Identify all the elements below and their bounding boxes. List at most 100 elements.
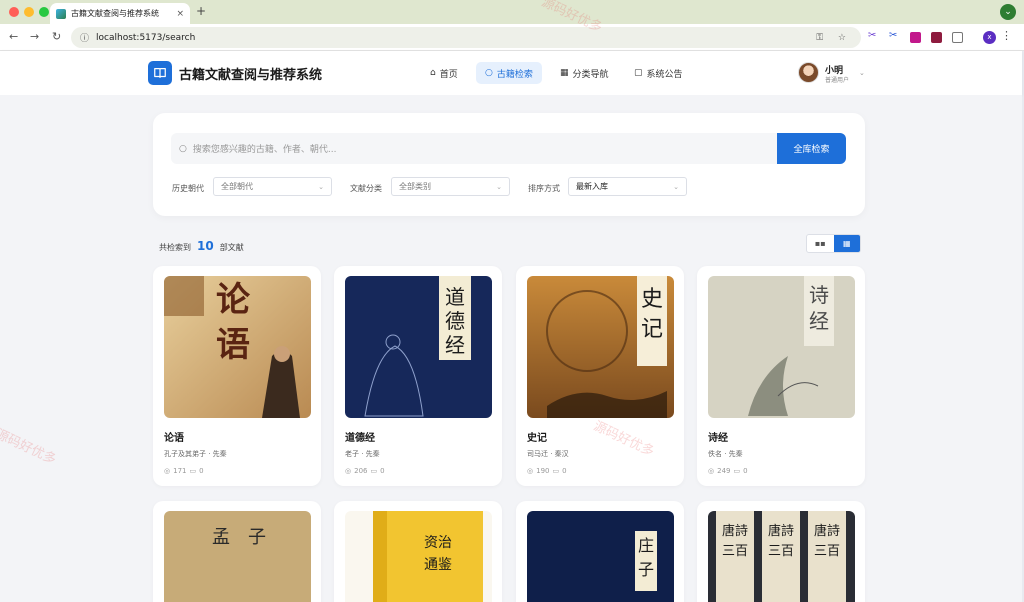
result-prefix: 共检索到 (159, 243, 191, 252)
nav-category[interactable]: ▦ 分类导航 (551, 62, 618, 84)
book-logo-icon[interactable] (148, 61, 172, 85)
nav-home[interactable]: ⌂ 首页 (421, 62, 467, 84)
book-cover-daodejing: 道 德 经 (345, 276, 492, 418)
bookmark-star-icon[interactable]: ⚿ ☆ (816, 33, 852, 43)
view-count: 190 (536, 467, 550, 475)
new-tab-button[interactable]: + (196, 4, 206, 18)
sort-select[interactable]: 最新入库 ⌄ (568, 177, 687, 196)
tab-search-icon[interactable]: ⌄ (1000, 4, 1016, 20)
extension-icon[interactable] (931, 32, 942, 43)
book-card[interactable]: 论 语 论语 孔子及其弟子 · 先秦 ◎ 171 ▭ 0 (153, 266, 321, 486)
puzzle-extension-icon[interactable] (952, 32, 963, 43)
book-title[interactable]: 诗经 (708, 429, 728, 444)
cover-title-text: 孟 (212, 527, 230, 548)
browser-menu-icon[interactable]: ⋮ (1001, 29, 1012, 42)
book-cover-image[interactable]: 唐詩 三百 唐詩 三百 唐詩 三百 (708, 511, 855, 602)
book-cover-shijing: 诗 经 (708, 276, 855, 418)
book-cover-image[interactable]: 诗 经 (708, 276, 855, 418)
close-window-button[interactable] (9, 7, 19, 17)
download-extension-icon[interactable] (910, 32, 921, 43)
book-title[interactable]: 道德经 (345, 429, 375, 444)
cut-extension-icon[interactable]: ✂ (889, 30, 900, 41)
dynasty-select-value: 全部朝代 (221, 182, 253, 191)
book-card[interactable]: 庄 子 (516, 501, 684, 602)
site-info-icon[interactable]: ⓘ (80, 31, 89, 44)
result-summary: 共检索到 10 部文献 (159, 239, 244, 253)
book-meta: 司马迁 · 秦汉 (527, 450, 569, 458)
cover-title-text: 子 (638, 560, 654, 579)
chevron-down-icon[interactable]: ⌄ (859, 69, 865, 77)
book-cover-image[interactable]: 论 语 (164, 276, 311, 418)
book-cover-image[interactable]: 史 记 (527, 276, 674, 418)
nav-search[interactable]: ○ 古籍检索 (476, 62, 542, 84)
cover-title-text: 诗 (809, 283, 829, 307)
book-cover-image[interactable]: 道 德 经 (345, 276, 492, 418)
search-button[interactable]: 全库检索 (777, 133, 846, 164)
browser-toolbar: ← → ↻ ⓘ localhost:5173/search ⚿ ☆ ✂ ✂ x … (0, 24, 1024, 51)
book-cover-mengzi: 孟 子 (164, 511, 311, 602)
nav-label: 系统公告 (646, 69, 683, 80)
sort-select-value: 最新入库 (576, 182, 608, 191)
nav-label: 古籍检索 (496, 69, 533, 80)
book-card[interactable]: 史 记 史记 司马迁 · 秦汉 ◎ 190 ▭ 0 (516, 266, 684, 486)
search-icon: ○ (485, 68, 493, 78)
avatar[interactable] (798, 62, 819, 83)
book-stats: ◎ 206 ▭ 0 (345, 467, 385, 475)
book-cover-shiji: 史 记 (527, 276, 674, 418)
book-card[interactable]: 唐詩 三百 唐詩 三百 唐詩 三百 (697, 501, 865, 602)
app-header: 古籍文献查阅与推荐系统 ⌂ 首页 ○ 古籍检索 ▦ 分类导航 ▢ 系统公告 小明… (0, 51, 1022, 95)
cover-title-text: 记 (641, 317, 663, 342)
search-icon: ○ (179, 143, 187, 154)
cover-title-text: 道 (445, 285, 465, 309)
chevron-down-icon: ⌄ (496, 182, 502, 191)
cover-title-text: 资治 (424, 535, 452, 551)
reload-icon[interactable]: ↻ (52, 30, 61, 43)
search-input[interactable]: ○ 搜索您感兴趣的古籍、作者、朝代... (171, 133, 777, 164)
dynasty-select[interactable]: 全部朝代 ⌄ (213, 177, 332, 196)
category-select[interactable]: 全部类别 ⌄ (391, 177, 510, 196)
browser-tab-bar: 古籍文献查阅与推荐系统 × + ⌄ (0, 0, 1024, 24)
home-icon: ⌂ (430, 68, 436, 78)
comment-icon: ▭ (552, 467, 560, 475)
view-count: 171 (173, 467, 187, 475)
comment-count: 0 (562, 467, 567, 475)
view-toggle: ▪▪ ▦ (806, 234, 861, 253)
address-bar[interactable]: ⓘ localhost:5173/search ⚿ ☆ (71, 27, 861, 48)
scissors-extension-icon[interactable]: ✂ (868, 30, 879, 41)
cover-title-text: 经 (445, 333, 465, 357)
chevron-down-icon: ⌄ (318, 182, 324, 191)
comment-icon: ▭ (370, 467, 378, 475)
book-cover-zhuangzi: 庄 子 (527, 511, 674, 602)
cover-title-text: 史 (641, 287, 663, 312)
comment-icon: ▭ (189, 467, 197, 475)
book-card[interactable]: 诗 经 诗经 佚名 · 先秦 ◎ 249 ▭ 0 (697, 266, 865, 486)
book-cover-image[interactable]: 资治 通鉴 (345, 511, 492, 602)
forward-icon[interactable]: → (30, 30, 39, 43)
site-title[interactable]: 古籍文献查阅与推荐系统 (179, 64, 322, 83)
book-title[interactable]: 论语 (164, 429, 184, 444)
book-card[interactable]: 资治 通鉴 (334, 501, 502, 602)
profile-avatar[interactable]: x (983, 31, 996, 44)
cover-title-text: 德 (445, 309, 465, 333)
back-icon[interactable]: ← (9, 30, 18, 43)
book-cover-image[interactable]: 孟 子 (164, 511, 311, 602)
cover-title-text: 三百 (814, 544, 840, 559)
filter-label-category: 文献分类 (350, 184, 382, 193)
minimize-window-button[interactable] (24, 7, 34, 17)
book-stats: ◎ 249 ▭ 0 (708, 467, 748, 475)
nav-notice[interactable]: ▢ 系统公告 (625, 62, 692, 84)
tab-close-icon[interactable]: × (176, 9, 184, 19)
book-card[interactable]: 孟 子 (153, 501, 321, 602)
cover-title-text: 庄 (638, 536, 654, 555)
book-card[interactable]: 道 德 经 道德经 老子 · 先秦 ◎ 206 ▭ 0 (334, 266, 502, 486)
cover-title-text: 唐詩 (722, 523, 748, 539)
browser-tab[interactable]: 古籍文献查阅与推荐系统 × (50, 3, 190, 24)
cover-title-text: 通鉴 (424, 557, 452, 573)
nav-label: 首页 (439, 69, 458, 80)
grid-view-icon[interactable]: ▪▪ (807, 235, 834, 252)
book-meta: 孔子及其弟子 · 先秦 (164, 450, 227, 458)
maximize-window-button[interactable] (39, 7, 49, 17)
book-cover-image[interactable]: 庄 子 (527, 511, 674, 602)
book-title[interactable]: 史记 (527, 429, 547, 444)
list-view-icon[interactable]: ▦ (833, 235, 860, 252)
